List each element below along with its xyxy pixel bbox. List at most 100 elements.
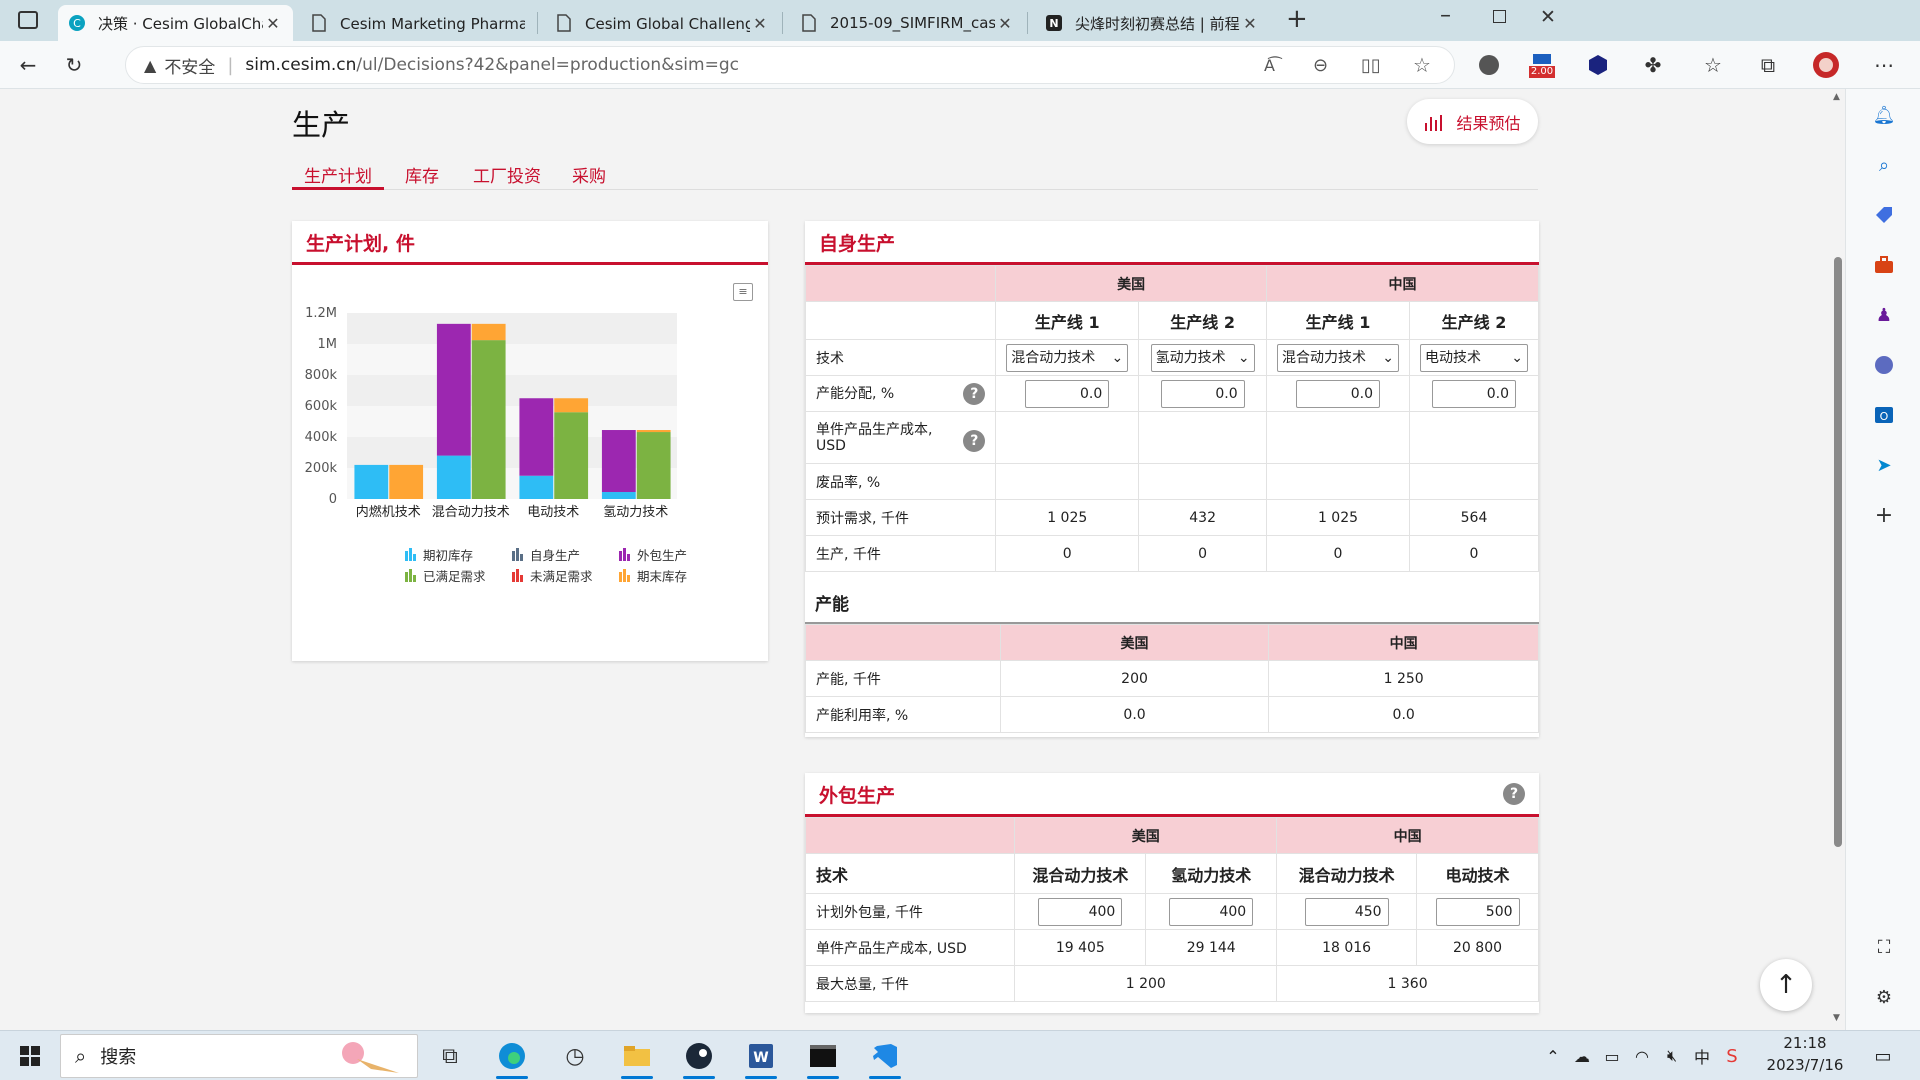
- url-field[interactable]: ▲ 不安全 | sim.cesim.cn/ul/Decisions?42&pan…: [125, 46, 1455, 84]
- y-tick-label: 800k: [305, 368, 338, 383]
- production-value: 0: [995, 535, 1140, 572]
- scroll-to-top-button[interactable]: ↑: [1760, 959, 1812, 1011]
- browser-tab-active[interactable]: C 决策 · Cesim GlobalChallenge ✕: [58, 5, 293, 41]
- zoom-icon[interactable]: ⊖: [1313, 55, 1328, 76]
- technology-select[interactable]: 氢动力技术 ⌄: [1150, 343, 1255, 372]
- screenshot-icon[interactable]: ⛶: [1872, 935, 1896, 959]
- chevron-down-icon: ⌄: [1237, 349, 1250, 366]
- bell-icon[interactable]: 🔔︎: [1872, 103, 1896, 127]
- restore-icon[interactable]: [1493, 10, 1506, 23]
- row-label: 技术: [804, 853, 1016, 894]
- legend-swatch: [627, 554, 630, 561]
- help-icon[interactable]: ?: [1503, 783, 1525, 805]
- task-view-icon[interactable]: ⧉: [430, 1036, 470, 1076]
- extension-icon[interactable]: [1473, 49, 1505, 81]
- vscode-icon[interactable]: [865, 1036, 905, 1079]
- help-icon[interactable]: ?: [963, 382, 986, 405]
- technology-select[interactable]: 混合动力技术 ⌄: [1276, 343, 1399, 372]
- forecast-button[interactable]: 结果预估: [1407, 99, 1538, 144]
- hexagon-extension-icon[interactable]: [1582, 49, 1614, 81]
- row-label: 产能, 千件: [805, 660, 1001, 697]
- help-icon[interactable]: ?: [963, 429, 986, 452]
- favorites-icon[interactable]: ☆: [1697, 49, 1729, 81]
- search-icon[interactable]: ⌕: [1872, 153, 1896, 177]
- capacity-allocation-input[interactable]: 0.0: [1025, 379, 1110, 408]
- new-tab-icon[interactable]: +: [1286, 4, 1308, 34]
- steam-icon[interactable]: [679, 1036, 719, 1079]
- clock-time[interactable]: 21:18: [1770, 1034, 1840, 1052]
- chart-grid-band: [347, 375, 677, 406]
- word-icon[interactable]: W: [741, 1036, 781, 1079]
- taskbar-search-box[interactable]: ⌕ 搜索: [60, 1034, 418, 1078]
- extension-badge-icon[interactable]: 2.00: [1526, 49, 1558, 81]
- favorite-star-icon[interactable]: ☆: [1413, 53, 1431, 77]
- browser-tab[interactable]: Cesim Marketing Pharma - 案例描: [300, 5, 535, 41]
- edge-app-icon[interactable]: [492, 1036, 532, 1079]
- tab-purchasing[interactable]: 采购: [572, 162, 606, 190]
- browser-tab[interactable]: Cesim Global Challenge - 案例描 ✕: [545, 5, 780, 41]
- outsource-quantity-input[interactable]: 400: [1038, 897, 1123, 926]
- puzzle-extensions-icon[interactable]: ✤: [1637, 49, 1669, 81]
- shopping-tag-icon[interactable]: [1872, 203, 1896, 227]
- more-menu-icon[interactable]: ⋯: [1868, 49, 1900, 81]
- close-window-icon[interactable]: ✕: [1540, 6, 1556, 28]
- outsource-quantity-input[interactable]: 500: [1435, 897, 1520, 926]
- scroll-up-icon[interactable]: ▲: [1833, 92, 1840, 102]
- technology-select[interactable]: 混合动力技术 ⌄: [1006, 343, 1129, 372]
- read-aloud-icon[interactable]: A͡: [1264, 56, 1275, 75]
- outlook-icon[interactable]: O: [1872, 403, 1896, 427]
- bar-segment: [389, 464, 424, 499]
- tab-production-plan[interactable]: 生产计划: [292, 162, 384, 190]
- tab-plant-investment[interactable]: 工厂投资: [473, 162, 541, 190]
- close-tab-icon[interactable]: ✕: [263, 14, 283, 33]
- toolbox-icon[interactable]: [1872, 253, 1896, 277]
- legend-swatch: [619, 551, 622, 561]
- split-screen-icon[interactable]: ▯▯: [1361, 55, 1381, 76]
- tab-inventory[interactable]: 库存: [405, 162, 439, 190]
- notion-favicon-icon: N: [1045, 14, 1063, 32]
- tech-header: 混合动力技术: [1014, 853, 1147, 894]
- clock-date[interactable]: 2023/7/16: [1760, 1056, 1850, 1074]
- file-explorer-icon[interactable]: [617, 1036, 657, 1079]
- browser-tab[interactable]: N 尖烽时刻初赛总结 | 前程万里 ✕: [1035, 5, 1270, 41]
- bar-segment: [601, 430, 636, 493]
- sogou-icon[interactable]: S: [1712, 1036, 1752, 1076]
- refresh-icon[interactable]: ↻: [58, 49, 90, 81]
- y-tick-label: 400k: [305, 430, 338, 445]
- profile-avatar[interactable]: [1810, 49, 1842, 81]
- capacity-allocation-input[interactable]: 0.0: [1431, 379, 1516, 408]
- outsource-quantity-input[interactable]: 400: [1169, 897, 1254, 926]
- terminal-icon[interactable]: [803, 1036, 843, 1079]
- capacity-allocation-input[interactable]: 0.0: [1295, 379, 1380, 408]
- outsource-quantity-input[interactable]: 450: [1304, 897, 1389, 926]
- legend-label: 外包生产: [637, 548, 687, 563]
- browser-tab[interactable]: 2015-09_SIMFIRM_casedesc_cn.a ✕: [790, 5, 1025, 41]
- url-path: /ul/Decisions?42&panel=production&sim=gc: [356, 55, 739, 75]
- collections-icon[interactable]: ⧉: [1752, 49, 1784, 81]
- back-icon[interactable]: ←: [12, 49, 44, 81]
- scroll-down-icon[interactable]: ▼: [1833, 1013, 1840, 1023]
- add-icon[interactable]: +: [1872, 503, 1896, 528]
- tab-actions-icon[interactable]: [18, 11, 38, 29]
- row-label: 产能利用率, %: [805, 696, 1001, 733]
- production-chart: 1.2M 1M 800k 600k 400k 200k 0 内燃机技术 混合动力技术 电动技术 氢动…: [305, 306, 687, 584]
- send-icon[interactable]: ➤: [1872, 453, 1896, 477]
- region-header: 中国: [1276, 817, 1539, 854]
- scrollbar-thumb[interactable]: [1834, 257, 1842, 847]
- copilot-icon[interactable]: [1872, 353, 1896, 377]
- close-tab-icon[interactable]: ✕: [750, 14, 770, 33]
- close-tab-icon[interactable]: ✕: [995, 14, 1015, 33]
- url-host: sim.cesim.cn: [245, 55, 357, 75]
- settings-gear-icon[interactable]: ⚙: [1872, 985, 1896, 1009]
- notifications-icon[interactable]: ▭: [1863, 1036, 1903, 1076]
- close-tab-icon[interactable]: ✕: [1240, 14, 1260, 33]
- page-scrollbar[interactable]: ▲ ▼: [1830, 89, 1845, 1030]
- svg-text:O: O: [1880, 410, 1889, 423]
- games-icon[interactable]: ♟: [1872, 303, 1896, 327]
- technology-select[interactable]: 电动技术 ⌄: [1419, 343, 1528, 372]
- windows-start-icon[interactable]: [10, 1036, 50, 1076]
- minimize-icon[interactable]: –: [1440, 3, 1451, 28]
- unit-cost-value: 19 405: [1014, 929, 1147, 966]
- capacity-allocation-input[interactable]: 0.0: [1160, 379, 1245, 408]
- clock-app-icon[interactable]: ◷: [555, 1036, 595, 1076]
